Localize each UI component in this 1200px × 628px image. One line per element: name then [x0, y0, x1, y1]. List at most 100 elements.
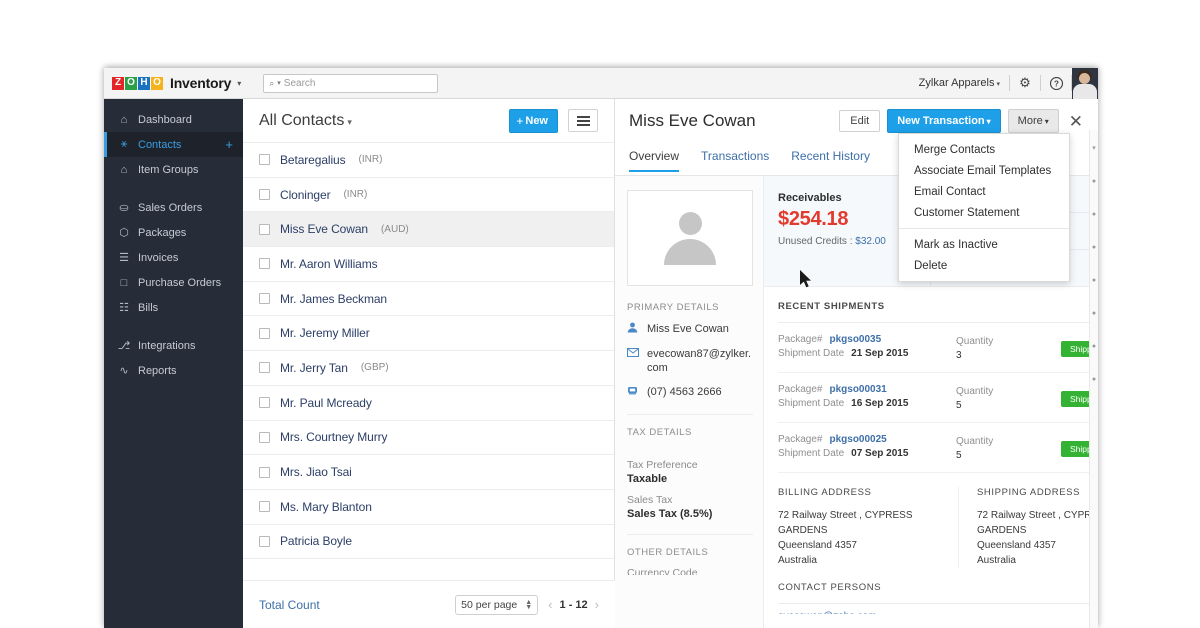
add-contact-icon[interactable]: + — [225, 138, 233, 151]
contact-person-email[interactable]: evecowan@zoho.com — [764, 604, 1098, 614]
rail-icon[interactable]: ● — [1092, 211, 1096, 218]
top-bar-right: Zylkar Apparels ▾ ⚙ ? — [910, 68, 1098, 99]
shipment-quantity: Quantity 3 — [956, 336, 1061, 361]
next-page-button[interactable]: › — [595, 597, 599, 612]
zoho-logo-letter-h: H — [138, 76, 150, 90]
row-checkbox[interactable] — [259, 431, 270, 443]
list-item[interactable]: Mr. Aaron Williams — [243, 247, 614, 282]
contacts-list-footer: Total Count 50 per page ▲ ▼ ‹ 1 - 12 › — [243, 580, 615, 628]
menu-item-associate-email-templates[interactable]: Associate Email Templates — [899, 160, 1069, 181]
edit-button[interactable]: Edit — [839, 110, 881, 132]
shipment-row[interactable]: Package# pkgso00025 Shipment Date 07 Sep… — [778, 423, 1098, 473]
search-icon: ⌕ — [269, 77, 275, 88]
menu-item-delete[interactable]: Delete — [899, 255, 1069, 276]
contact-full-name: Miss Eve Cowan — [647, 323, 729, 335]
sidebar-item-invoices[interactable]: ☰ Invoices — [104, 245, 243, 270]
row-checkbox[interactable] — [259, 501, 270, 513]
package-number[interactable]: pkgso0035 — [829, 334, 881, 345]
contact-email[interactable]: evecowan87@zylker.com — [647, 347, 753, 375]
list-item-selected[interactable]: Miss Eve Cowan (AUD) — [243, 212, 614, 248]
rail-icon[interactable]: ● — [1092, 310, 1096, 317]
rail-icon[interactable]: ● — [1092, 244, 1096, 251]
list-item[interactable]: Mrs. Jiao Tsai — [243, 455, 614, 490]
help-icon[interactable]: ? — [1041, 68, 1071, 99]
package-number[interactable]: pkgso00031 — [829, 384, 886, 395]
contact-avatar[interactable] — [627, 190, 753, 286]
contact-name: Cloninger — [280, 187, 331, 202]
menu-item-mark-as-inactive[interactable]: Mark as Inactive — [899, 234, 1069, 255]
list-item[interactable]: Ms. Mary Blanton — [243, 490, 614, 525]
row-checkbox[interactable] — [259, 154, 270, 166]
recent-shipments-heading: RECENT SHIPMENTS — [778, 301, 885, 312]
row-checkbox[interactable] — [259, 397, 270, 409]
quantity-key: Quantity — [956, 335, 994, 347]
more-button[interactable]: More ▾ — [1007, 109, 1059, 133]
shipment-row[interactable]: Package# pkgso00031 Shipment Date 16 Sep… — [778, 373, 1098, 423]
row-checkbox[interactable] — [259, 189, 270, 201]
total-count-label[interactable]: Total Count — [259, 598, 320, 612]
new-contact-button[interactable]: + New — [509, 108, 558, 133]
contact-currency: (INR) — [358, 154, 383, 166]
tab-overview[interactable]: Overview — [629, 149, 680, 172]
rail-icon[interactable]: ▾ — [1092, 144, 1096, 152]
right-side-rail[interactable]: ▾ ● ● ● ● ● ● ● — [1089, 130, 1098, 628]
chevron-down-icon[interactable]: ▾ — [237, 79, 241, 88]
list-item[interactable]: Cloninger (INR) — [243, 178, 614, 213]
tab-transactions[interactable]: Transactions — [701, 149, 769, 170]
row-checkbox[interactable] — [259, 535, 270, 547]
row-checkbox[interactable] — [259, 466, 270, 478]
sidebar-nav: ⌂ Dashboard ⚹ Contacts + ⌂ Item Groups ⛀… — [104, 99, 243, 628]
sidebar-item-item-groups[interactable]: ⌂ Item Groups — [104, 157, 243, 182]
rail-icon[interactable]: ● — [1092, 178, 1096, 185]
menu-item-customer-statement[interactable]: Customer Statement — [899, 202, 1069, 223]
rail-icon[interactable]: ● — [1092, 376, 1096, 383]
other-details-heading: OTHER DETAILS — [627, 547, 709, 558]
search-scope-chevron-icon[interactable]: ▾ — [277, 79, 281, 87]
row-checkbox[interactable] — [259, 258, 270, 270]
contact-name: Mr. Jerry Tan — [280, 360, 348, 375]
sidebar-item-purchase-orders[interactable]: □ Purchase Orders — [104, 270, 243, 295]
per-page-select[interactable]: 50 per page ▲ ▼ — [455, 594, 539, 615]
nav-group-divider — [104, 182, 243, 195]
row-checkbox[interactable] — [259, 293, 270, 305]
gear-icon[interactable]: ⚙ — [1010, 68, 1040, 99]
home-icon: ⌂ — [120, 113, 128, 126]
package-number[interactable]: pkgso00025 — [829, 434, 886, 445]
list-item[interactable]: Mr. James Beckman — [243, 282, 614, 317]
org-switcher[interactable]: Zylkar Apparels ▾ — [910, 77, 1009, 89]
rail-icon[interactable]: ● — [1092, 277, 1096, 284]
sidebar-item-bills[interactable]: ☷ Bills — [104, 295, 243, 320]
tab-recent-history[interactable]: Recent History — [791, 149, 870, 170]
sidebar-item-integrations[interactable]: ⎇ Integrations — [104, 333, 243, 358]
sidebar-item-sales-orders[interactable]: ⛀ Sales Orders — [104, 195, 243, 220]
row-checkbox[interactable] — [259, 223, 270, 235]
avatar[interactable] — [1072, 68, 1098, 99]
list-item[interactable]: Mr. Jeremy Miller — [243, 316, 614, 352]
brand-product-name: Inventory — [170, 75, 232, 91]
close-icon[interactable]: ✕ — [1066, 113, 1086, 130]
sidebar-item-dashboard[interactable]: ⌂ Dashboard — [104, 107, 243, 132]
list-item[interactable]: Betaregalius (INR) — [243, 143, 614, 178]
new-transaction-button[interactable]: New Transaction ▾ — [887, 109, 1001, 133]
sidebar-item-contacts[interactable]: ⚹ Contacts + — [104, 132, 243, 157]
contacts-view-selector[interactable]: All Contacts ▾ — [259, 112, 352, 130]
prev-page-button[interactable]: ‹ — [548, 597, 552, 612]
sidebar-item-packages[interactable]: ⬡ Packages — [104, 220, 243, 245]
cart-icon: ⛀ — [119, 202, 129, 214]
list-options-button[interactable] — [568, 109, 598, 132]
menu-item-merge-contacts[interactable]: Merge Contacts — [899, 139, 1069, 160]
primary-details-heading: PRIMARY DETAILS — [627, 302, 719, 313]
list-item[interactable]: Patricia Boyle — [243, 525, 614, 560]
shipment-row[interactable]: Package# pkgso0035 Shipment Date 21 Sep … — [778, 323, 1098, 373]
rail-icon[interactable]: ● — [1092, 343, 1096, 350]
row-checkbox[interactable] — [259, 327, 270, 339]
row-checkbox[interactable] — [259, 362, 270, 374]
menu-item-email-contact[interactable]: Email Contact — [899, 181, 1069, 202]
list-item[interactable]: Mr. Jerry Tan (GBP) — [243, 351, 614, 386]
brand-logo[interactable]: Z O H O Inventory ▾ — [104, 75, 241, 91]
list-item[interactable]: Mr. Paul Mcready — [243, 386, 614, 421]
sidebar-item-reports[interactable]: ∿ Reports — [104, 358, 243, 383]
search-input[interactable]: ⌕ ▾ Search — [263, 73, 439, 93]
contact-phone: (07) 4563 2666 — [647, 386, 722, 398]
list-item[interactable]: Mrs. Courtney Murry — [243, 421, 614, 456]
